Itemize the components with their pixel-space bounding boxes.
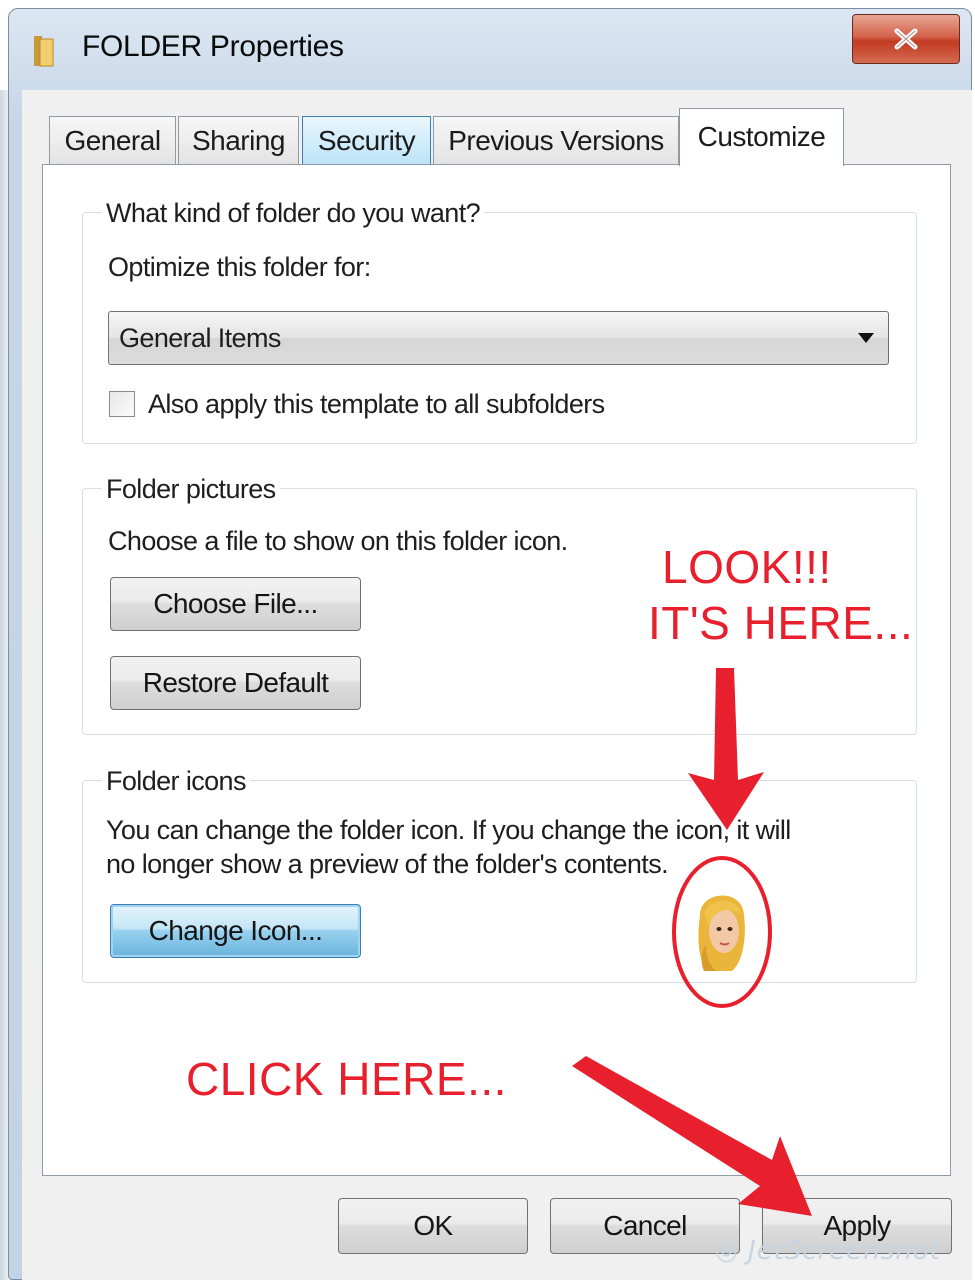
close-icon <box>894 28 918 50</box>
annotation-its-here: IT'S HERE... <box>648 597 914 649</box>
window-shadow <box>0 90 8 1280</box>
folder-icon <box>34 36 54 67</box>
chevron-down-icon <box>858 333 874 343</box>
folder-type-dropdown[interactable]: General Items <box>108 311 889 365</box>
folder-type-legend: What kind of folder do you want? <box>102 198 485 229</box>
optimize-label: Optimize this folder for: <box>108 252 371 282</box>
tab-sharing[interactable]: Sharing <box>178 116 299 164</box>
window-title: FOLDER Properties <box>82 30 344 63</box>
annotation-click-here: CLICK HERE... <box>186 1053 507 1105</box>
folder-icons-legend: Folder icons <box>102 766 250 797</box>
cancel-button[interactable]: Cancel <box>550 1198 740 1254</box>
apply-subfolders-checkbox[interactable] <box>109 391 135 417</box>
folder-type-value: General Items <box>119 323 281 353</box>
folder-icons-description-line1: You can change the folder icon. If you c… <box>106 815 791 845</box>
folder-icons-description-line2: no longer show a preview of the folder's… <box>106 849 669 879</box>
folder-pictures-description: Choose a file to show on this folder ico… <box>108 526 568 556</box>
watermark-logo: ◎ JetScreenshot <box>715 1236 941 1266</box>
choose-file-button[interactable]: Choose File... <box>110 577 361 631</box>
ok-button[interactable]: OK <box>338 1198 528 1254</box>
folder-pictures-legend: Folder pictures <box>102 474 280 505</box>
annotation-look: LOOK!!! <box>662 541 832 593</box>
restore-default-button[interactable]: Restore Default <box>110 656 361 710</box>
apply-subfolders-label: Also apply this template to all subfolde… <box>148 389 605 419</box>
tab-previous-versions[interactable]: Previous Versions <box>433 116 679 164</box>
tab-general[interactable]: General <box>49 116 176 164</box>
avatar-icon <box>698 895 745 971</box>
close-button[interactable] <box>852 14 960 64</box>
tab-security[interactable]: Security <box>302 116 431 164</box>
change-icon-button[interactable]: Change Icon... <box>110 904 361 958</box>
tab-customize[interactable]: Customize <box>679 108 844 166</box>
